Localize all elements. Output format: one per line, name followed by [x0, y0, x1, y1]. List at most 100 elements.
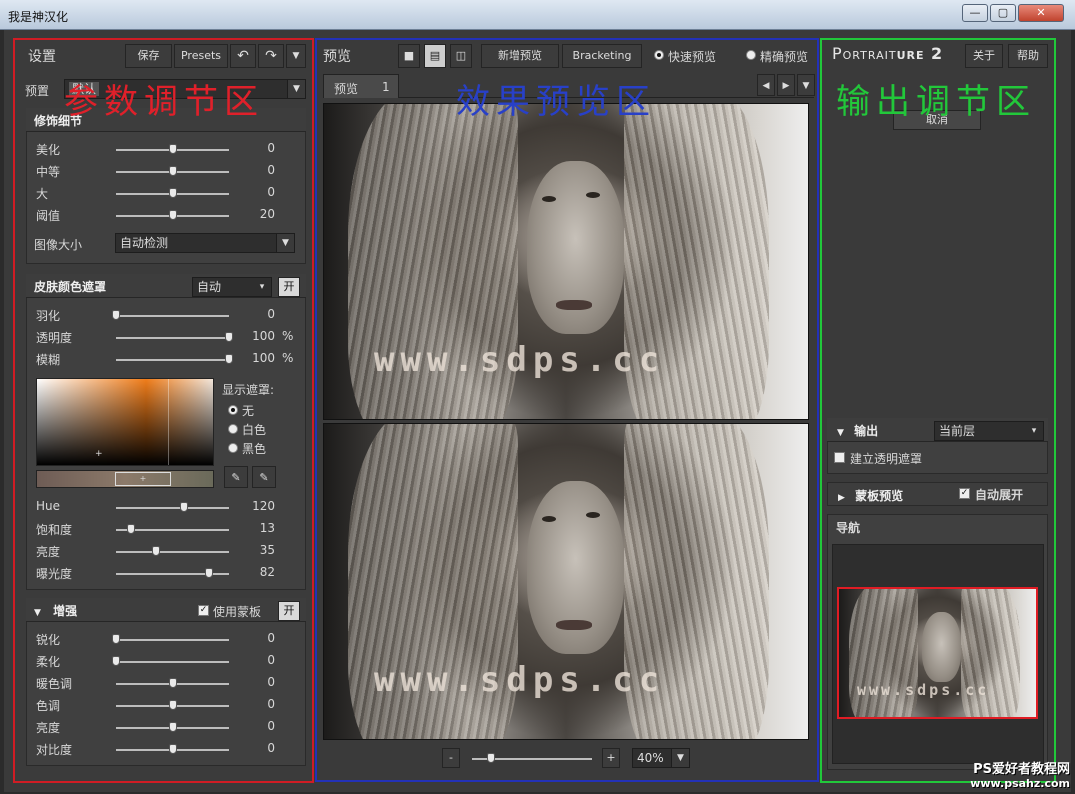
slider-label: 亮度	[36, 721, 61, 735]
zoom-dropdown[interactable]: 40% ▼	[632, 748, 690, 768]
chevron-down-icon: ▾	[1031, 426, 1037, 436]
skin-toggle[interactable]: 开	[278, 277, 300, 297]
slider-knob[interactable]	[151, 546, 160, 556]
image-size-dropdown[interactable]: 自动检测 ▼	[115, 233, 295, 253]
zoom-out-button[interactable]: -	[442, 748, 460, 768]
fast-preview-radio[interactable]	[654, 50, 664, 60]
slider-label: 美化	[36, 143, 61, 157]
tab-menu-button[interactable]: ▼	[797, 74, 815, 96]
slider-value: 0	[267, 631, 275, 645]
auto-expand-checkbox[interactable]: ✓	[959, 488, 970, 499]
preview-tab-number: 1	[382, 80, 390, 94]
slider-knob[interactable]	[204, 568, 213, 578]
slider-knob[interactable]	[179, 502, 188, 512]
navigator-thumbnail[interactable]: www.sdps.cc	[837, 587, 1038, 719]
slider-knob[interactable]	[225, 332, 233, 342]
help-button[interactable]: 帮助	[1008, 44, 1048, 68]
add-preview-button[interactable]: 新增预览	[481, 44, 559, 68]
output-target-value: 当前层	[939, 424, 976, 438]
slider-track[interactable]	[116, 551, 229, 553]
tab-prev-button[interactable]: ◀	[757, 74, 775, 96]
transparency-mask-checkbox[interactable]	[834, 452, 845, 463]
single-view-icon: ■	[403, 49, 415, 62]
slider-value: 0	[267, 675, 275, 689]
slider-knob[interactable]	[112, 310, 120, 320]
enhance-toggle[interactable]: 开	[278, 601, 300, 621]
site-watermark-name: PS爱好者教程网	[973, 762, 1070, 777]
face-shape	[921, 612, 962, 683]
slider-track[interactable]	[116, 359, 229, 361]
split-vertical-icon: ◫	[455, 49, 467, 62]
bracketing-button[interactable]: Bracketing	[562, 44, 642, 68]
slider-value: 120	[252, 499, 275, 513]
chevron-down-icon: ▼	[802, 81, 810, 91]
preview-watermark: www.sdps.cc	[374, 660, 666, 700]
eyedropper-button[interactable]: ✎	[224, 466, 248, 488]
slider-knob[interactable]	[225, 354, 233, 364]
preview-after-image[interactable]: www.sdps.cc	[323, 423, 809, 740]
slider-track[interactable]	[116, 507, 229, 509]
enhance-header[interactable]: ▼ 增强	[26, 598, 306, 622]
redo-button[interactable]: ↷	[258, 44, 284, 68]
chevron-down-icon: ▼	[292, 51, 300, 61]
slider-knob[interactable]	[168, 188, 177, 198]
settings-title: 设置	[28, 49, 56, 65]
close-button[interactable]: ✕	[1018, 4, 1064, 22]
slider-knob[interactable]	[168, 678, 177, 688]
slider-track[interactable]	[116, 337, 229, 339]
chevron-down-icon: ▼	[671, 749, 689, 767]
slider-knob[interactable]	[112, 656, 120, 666]
mask-option-label: 黑色	[242, 442, 267, 456]
slider-knob[interactable]	[168, 722, 177, 732]
slider-knob[interactable]	[168, 144, 177, 154]
slider-label: 阈值	[36, 209, 61, 223]
mask-option-label: 白色	[242, 423, 267, 437]
right-annotation: 输出调节区	[836, 82, 1036, 122]
slider-label: 柔化	[36, 655, 61, 669]
undo-button[interactable]: ↶	[230, 44, 256, 68]
settings-menu-button[interactable]: ▼	[286, 44, 306, 68]
slider-track[interactable]	[116, 639, 229, 641]
presets-button[interactable]: Presets	[174, 44, 228, 68]
chevron-left-icon: ◀	[762, 81, 770, 91]
eyedropper-add-button[interactable]: ✎	[252, 466, 276, 488]
slider-knob[interactable]	[168, 166, 177, 176]
use-mask-checkbox[interactable]: ✓	[198, 605, 209, 616]
about-button[interactable]: 关于	[965, 44, 1003, 68]
save-button[interactable]: 保存	[125, 44, 172, 68]
single-view-button[interactable]: ■	[398, 44, 420, 68]
slider-label: 亮度	[36, 545, 61, 559]
slider-track[interactable]	[116, 661, 229, 663]
picker-crosshair-icon[interactable]: +	[95, 449, 103, 459]
skin-mode-dropdown[interactable]: 自动 ▾	[192, 277, 272, 297]
skin-color-picker[interactable]: +	[36, 378, 214, 466]
slider-label: 透明度	[36, 331, 73, 345]
lips-shape	[556, 300, 592, 310]
slider-knob[interactable]	[126, 524, 135, 534]
split-vertical-button[interactable]: ◫	[450, 44, 472, 68]
slider-knob[interactable]	[168, 210, 177, 220]
slider-unit: %	[282, 329, 294, 343]
preview-tab[interactable]: 预览 1	[323, 74, 399, 98]
mask-option-radio[interactable]	[228, 424, 238, 434]
zoom-in-button[interactable]: +	[602, 748, 620, 768]
slider-knob[interactable]	[112, 634, 120, 644]
lips-shape	[556, 620, 592, 630]
zoom-slider-knob[interactable]	[487, 753, 495, 763]
slider-knob[interactable]	[168, 744, 177, 754]
maximize-button[interactable]: ▢	[990, 4, 1016, 22]
mask-option-radio[interactable]	[228, 443, 238, 453]
skin-hue-strip[interactable]: +	[36, 470, 214, 488]
slider-track[interactable]	[116, 315, 229, 317]
minimize-button[interactable]: —	[962, 4, 988, 22]
slider-label: 饱和度	[36, 523, 73, 537]
slider-label: 中等	[36, 165, 61, 179]
accurate-preview-radio[interactable]	[746, 50, 756, 60]
slider-knob[interactable]	[168, 700, 177, 710]
mask-option-radio[interactable]	[228, 405, 238, 415]
split-horizontal-button[interactable]: ▤	[424, 44, 446, 68]
hue-range-handle[interactable]: +	[115, 472, 171, 486]
tab-next-button[interactable]: ▶	[777, 74, 795, 96]
output-target-dropdown[interactable]: 当前层 ▾	[934, 421, 1044, 441]
preview-before-image[interactable]: www.sdps.cc	[323, 103, 809, 420]
